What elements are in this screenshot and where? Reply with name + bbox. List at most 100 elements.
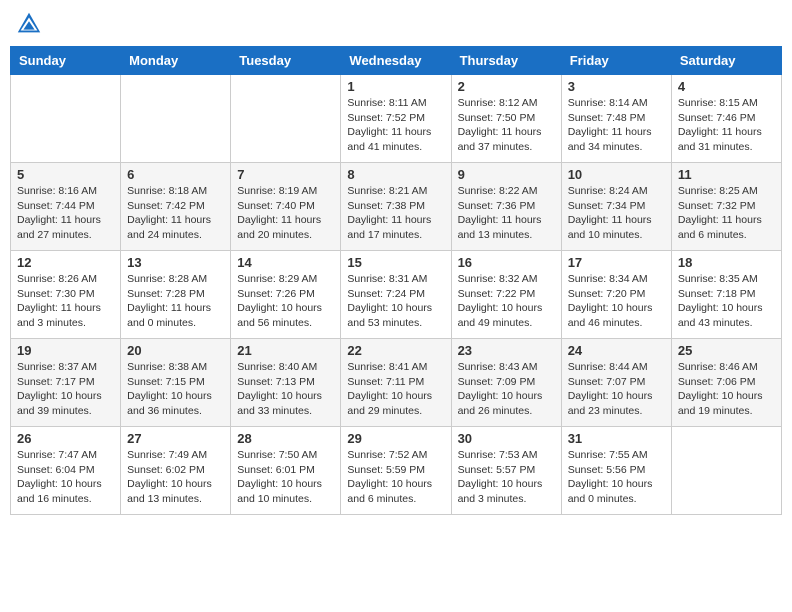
- day-number: 15: [347, 255, 444, 270]
- day-number: 18: [678, 255, 775, 270]
- calendar-cell: 4 Sunrise: 8:15 AM Sunset: 7:46 PM Daylig…: [671, 75, 781, 163]
- day-number: 28: [237, 431, 334, 446]
- day-info: Sunrise: 8:38 AM Sunset: 7:15 PM Dayligh…: [127, 360, 224, 419]
- calendar-cell: 19 Sunrise: 8:37 AM Sunset: 7:17 PM Dayli…: [11, 339, 121, 427]
- col-header-saturday: Saturday: [671, 47, 781, 75]
- day-number: 7: [237, 167, 334, 182]
- day-info: Sunrise: 8:44 AM Sunset: 7:07 PM Dayligh…: [568, 360, 665, 419]
- day-number: 5: [17, 167, 114, 182]
- day-number: 2: [458, 79, 555, 94]
- day-number: 3: [568, 79, 665, 94]
- day-number: 9: [458, 167, 555, 182]
- day-number: 13: [127, 255, 224, 270]
- day-number: 19: [17, 343, 114, 358]
- day-info: Sunrise: 7:52 AM Sunset: 5:59 PM Dayligh…: [347, 448, 444, 507]
- day-info: Sunrise: 7:53 AM Sunset: 5:57 PM Dayligh…: [458, 448, 555, 507]
- calendar-cell: 16 Sunrise: 8:32 AM Sunset: 7:22 PM Dayli…: [451, 251, 561, 339]
- day-info: Sunrise: 8:46 AM Sunset: 7:06 PM Dayligh…: [678, 360, 775, 419]
- calendar-cell: 30 Sunrise: 7:53 AM Sunset: 5:57 PM Dayli…: [451, 427, 561, 515]
- day-number: 25: [678, 343, 775, 358]
- day-info: Sunrise: 8:14 AM Sunset: 7:48 PM Dayligh…: [568, 96, 665, 155]
- day-info: Sunrise: 7:47 AM Sunset: 6:04 PM Dayligh…: [17, 448, 114, 507]
- col-header-wednesday: Wednesday: [341, 47, 451, 75]
- day-number: 30: [458, 431, 555, 446]
- calendar-cell: [121, 75, 231, 163]
- day-number: 27: [127, 431, 224, 446]
- day-info: Sunrise: 8:40 AM Sunset: 7:13 PM Dayligh…: [237, 360, 334, 419]
- day-number: 31: [568, 431, 665, 446]
- calendar-cell: 6 Sunrise: 8:18 AM Sunset: 7:42 PM Daylig…: [121, 163, 231, 251]
- day-number: 14: [237, 255, 334, 270]
- calendar-week-row: 26 Sunrise: 7:47 AM Sunset: 6:04 PM Dayli…: [11, 427, 782, 515]
- day-info: Sunrise: 8:21 AM Sunset: 7:38 PM Dayligh…: [347, 184, 444, 243]
- col-header-sunday: Sunday: [11, 47, 121, 75]
- calendar-table: SundayMondayTuesdayWednesdayThursdayFrid…: [10, 46, 782, 515]
- day-info: Sunrise: 8:34 AM Sunset: 7:20 PM Dayligh…: [568, 272, 665, 331]
- calendar-cell: 3 Sunrise: 8:14 AM Sunset: 7:48 PM Daylig…: [561, 75, 671, 163]
- calendar-cell: 28 Sunrise: 7:50 AM Sunset: 6:01 PM Dayli…: [231, 427, 341, 515]
- calendar-cell: 13 Sunrise: 8:28 AM Sunset: 7:28 PM Dayli…: [121, 251, 231, 339]
- calendar-cell: [231, 75, 341, 163]
- day-number: 20: [127, 343, 224, 358]
- calendar-cell: 7 Sunrise: 8:19 AM Sunset: 7:40 PM Daylig…: [231, 163, 341, 251]
- day-info: Sunrise: 8:28 AM Sunset: 7:28 PM Dayligh…: [127, 272, 224, 331]
- day-info: Sunrise: 8:32 AM Sunset: 7:22 PM Dayligh…: [458, 272, 555, 331]
- calendar-cell: 27 Sunrise: 7:49 AM Sunset: 6:02 PM Dayli…: [121, 427, 231, 515]
- calendar-cell: 9 Sunrise: 8:22 AM Sunset: 7:36 PM Daylig…: [451, 163, 561, 251]
- calendar-cell: 18Sunrise: 8:35 AM Sunset: 7:18 PM Dayli…: [671, 251, 781, 339]
- calendar-cell: 15 Sunrise: 8:31 AM Sunset: 7:24 PM Dayli…: [341, 251, 451, 339]
- calendar-cell: 14Sunrise: 8:29 AM Sunset: 7:26 PM Dayli…: [231, 251, 341, 339]
- calendar-header-row: SundayMondayTuesdayWednesdayThursdayFrid…: [11, 47, 782, 75]
- logo: [15, 10, 47, 38]
- day-number: 29: [347, 431, 444, 446]
- day-info: Sunrise: 8:19 AM Sunset: 7:40 PM Dayligh…: [237, 184, 334, 243]
- calendar-cell: 31Sunrise: 7:55 AM Sunset: 5:56 PM Dayli…: [561, 427, 671, 515]
- day-number: 21: [237, 343, 334, 358]
- calendar-cell: 12Sunrise: 8:26 AM Sunset: 7:30 PM Dayli…: [11, 251, 121, 339]
- day-info: Sunrise: 8:12 AM Sunset: 7:50 PM Dayligh…: [458, 96, 555, 155]
- col-header-friday: Friday: [561, 47, 671, 75]
- day-number: 17: [568, 255, 665, 270]
- page-header: [10, 10, 782, 38]
- calendar-cell: 10 Sunrise: 8:24 AM Sunset: 7:34 PM Dayli…: [561, 163, 671, 251]
- col-header-tuesday: Tuesday: [231, 47, 341, 75]
- calendar-cell: 23Sunrise: 8:43 AM Sunset: 7:09 PM Dayli…: [451, 339, 561, 427]
- day-info: Sunrise: 8:43 AM Sunset: 7:09 PM Dayligh…: [458, 360, 555, 419]
- day-number: 16: [458, 255, 555, 270]
- calendar-week-row: 19 Sunrise: 8:37 AM Sunset: 7:17 PM Dayli…: [11, 339, 782, 427]
- day-number: 6: [127, 167, 224, 182]
- col-header-monday: Monday: [121, 47, 231, 75]
- calendar-cell: 11Sunrise: 8:25 AM Sunset: 7:32 PM Dayli…: [671, 163, 781, 251]
- calendar-week-row: 5Sunrise: 8:16 AM Sunset: 7:44 PM Daylig…: [11, 163, 782, 251]
- day-info: Sunrise: 8:11 AM Sunset: 7:52 PM Dayligh…: [347, 96, 444, 155]
- calendar-cell: 8Sunrise: 8:21 AM Sunset: 7:38 PM Daylig…: [341, 163, 451, 251]
- day-info: Sunrise: 8:26 AM Sunset: 7:30 PM Dayligh…: [17, 272, 114, 331]
- col-header-thursday: Thursday: [451, 47, 561, 75]
- day-info: Sunrise: 7:49 AM Sunset: 6:02 PM Dayligh…: [127, 448, 224, 507]
- calendar-cell: 5Sunrise: 8:16 AM Sunset: 7:44 PM Daylig…: [11, 163, 121, 251]
- calendar-cell: 29 Sunrise: 7:52 AM Sunset: 5:59 PM Dayli…: [341, 427, 451, 515]
- calendar-cell: 21 Sunrise: 8:40 AM Sunset: 7:13 PM Dayli…: [231, 339, 341, 427]
- day-info: Sunrise: 8:37 AM Sunset: 7:17 PM Dayligh…: [17, 360, 114, 419]
- calendar-cell: [11, 75, 121, 163]
- day-info: Sunrise: 8:24 AM Sunset: 7:34 PM Dayligh…: [568, 184, 665, 243]
- day-info: Sunrise: 8:22 AM Sunset: 7:36 PM Dayligh…: [458, 184, 555, 243]
- day-number: 22: [347, 343, 444, 358]
- calendar-week-row: 12Sunrise: 8:26 AM Sunset: 7:30 PM Dayli…: [11, 251, 782, 339]
- day-info: Sunrise: 7:50 AM Sunset: 6:01 PM Dayligh…: [237, 448, 334, 507]
- calendar-cell: 25 Sunrise: 8:46 AM Sunset: 7:06 PM Dayli…: [671, 339, 781, 427]
- day-info: Sunrise: 8:15 AM Sunset: 7:46 PM Dayligh…: [678, 96, 775, 155]
- day-number: 26: [17, 431, 114, 446]
- day-number: 4: [678, 79, 775, 94]
- day-info: Sunrise: 8:31 AM Sunset: 7:24 PM Dayligh…: [347, 272, 444, 331]
- calendar-cell: 22 Sunrise: 8:41 AM Sunset: 7:11 PM Dayli…: [341, 339, 451, 427]
- calendar-cell: 24Sunrise: 8:44 AM Sunset: 7:07 PM Dayli…: [561, 339, 671, 427]
- logo-icon: [15, 10, 43, 38]
- calendar-cell: 2 Sunrise: 8:12 AM Sunset: 7:50 PM Daylig…: [451, 75, 561, 163]
- day-number: 1: [347, 79, 444, 94]
- day-info: Sunrise: 8:41 AM Sunset: 7:11 PM Dayligh…: [347, 360, 444, 419]
- day-info: Sunrise: 8:18 AM Sunset: 7:42 PM Dayligh…: [127, 184, 224, 243]
- calendar-cell: 20 Sunrise: 8:38 AM Sunset: 7:15 PM Dayli…: [121, 339, 231, 427]
- day-number: 11: [678, 167, 775, 182]
- day-number: 10: [568, 167, 665, 182]
